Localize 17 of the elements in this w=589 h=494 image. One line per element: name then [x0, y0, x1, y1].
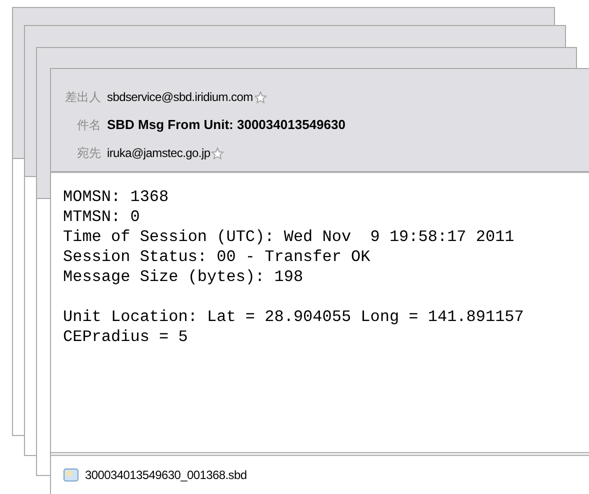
attachment-link[interactable]: 300034013549630_001368.sbd — [85, 466, 247, 484]
field-label: 宛先 — [76, 145, 102, 162]
body-text-line: Unit Location: Lat = 28.904055 Long = 141.891157 — [63, 307, 525, 327]
field-label: 件名 — [76, 117, 102, 134]
body-text-line: MTMSN: 0 — [63, 207, 141, 227]
file-icon — [63, 467, 79, 483]
field-label: 差出人 — [64, 89, 102, 106]
star-icon[interactable] — [211, 146, 224, 160]
body-text-line: CEPradius = 5 — [63, 327, 189, 347]
body-text-line: Time of Session (UTC): Wed Nov 9 19:58:17 2011 — [63, 227, 516, 247]
body-text-line: Message Size (bytes): 198 — [63, 267, 304, 287]
subject-text: SBD Msg From Unit: 300034013549630 — [107, 116, 346, 134]
body-text-line: MOMSN: 1368 — [63, 187, 170, 207]
star-icon[interactable] — [254, 90, 267, 104]
email-address[interactable]: sbdservice@sbd.iridium.com — [107, 88, 253, 106]
email-address[interactable]: iruka@jamstec.go.jp — [107, 144, 210, 162]
body-text-line: Session Status: 00 - Transfer OK — [63, 247, 372, 267]
